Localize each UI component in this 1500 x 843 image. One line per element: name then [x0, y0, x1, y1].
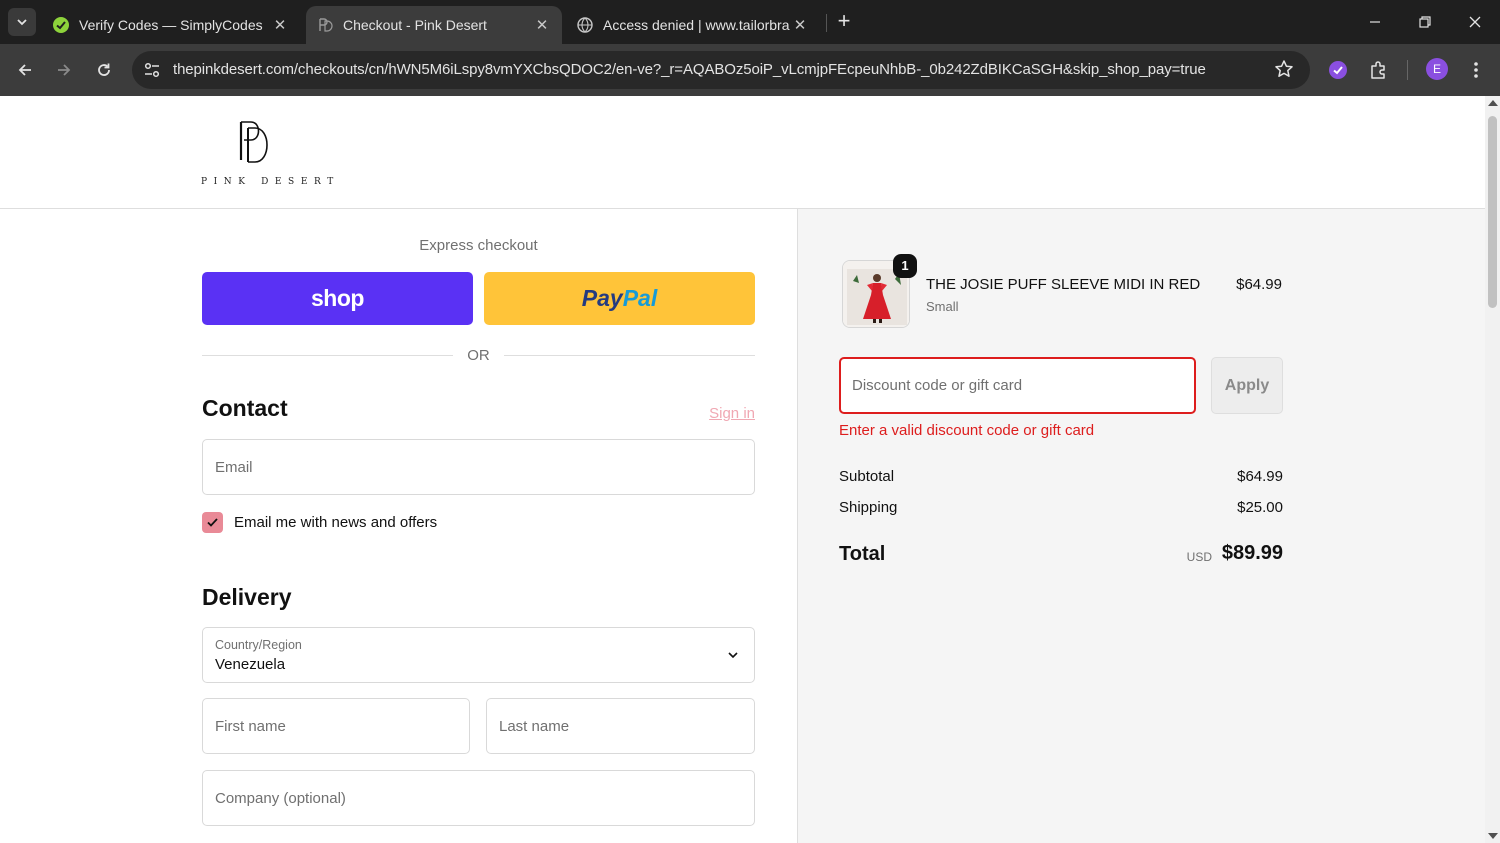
last-name-placeholder: Last name [499, 718, 570, 735]
divider [202, 355, 453, 356]
tab-simplycodes[interactable]: Verify Codes — SimplyCodes ✕ [44, 6, 298, 44]
chevron-down-icon [727, 648, 739, 666]
pd-monogram-icon [239, 121, 268, 163]
total-label: Total [839, 543, 886, 565]
discount-placeholder: Discount code or gift card [852, 377, 1023, 394]
store-header: PINK DESERT [0, 96, 1485, 209]
extension-simplycodes-icon[interactable] [1326, 58, 1350, 82]
more-menu-icon[interactable] [1464, 58, 1488, 82]
extensions-puzzle-icon[interactable] [1366, 58, 1390, 82]
address-bar[interactable]: thepinkdesert.com/checkouts/cn/hWN5M6iLs… [132, 51, 1310, 89]
pink-desert-icon [317, 17, 333, 33]
shop-pay-button[interactable]: shop [202, 272, 473, 325]
discount-error-message: Enter a valid discount code or gift card [839, 422, 1095, 439]
bookmark-star-icon[interactable] [1274, 59, 1294, 84]
product-price: $64.99 [1236, 276, 1282, 293]
tab-title: Verify Codes — SimplyCodes [79, 17, 263, 33]
subtotal-value: $64.99 [1237, 468, 1283, 485]
restore-icon[interactable] [1400, 0, 1450, 44]
close-window-icon[interactable] [1450, 0, 1500, 44]
first-name-placeholder: First name [215, 718, 286, 735]
scroll-up-arrow-icon[interactable] [1488, 100, 1498, 106]
company-placeholder: Company (optional) [215, 790, 346, 807]
newsletter-label: Email me with news and offers [234, 514, 438, 531]
shipping-value: $25.00 [1237, 499, 1283, 516]
discount-code-field[interactable]: Discount code or gift card [839, 357, 1196, 414]
contact-heading: Contact [202, 395, 288, 421]
paypal-button[interactable]: PayPal [484, 272, 755, 325]
quantity-badge: 1 [893, 254, 917, 278]
scrollbar-thumb[interactable] [1488, 116, 1497, 308]
close-tab-icon[interactable]: ✕ [532, 16, 552, 34]
delivery-heading: Delivery [202, 584, 292, 610]
pink-desert-logo[interactable]: PINK DESERT [201, 116, 333, 188]
subtotal-label: Subtotal [839, 468, 895, 485]
checkmark-icon [207, 518, 218, 527]
shipping-label: Shipping [839, 499, 898, 516]
divider [504, 355, 755, 356]
url-text: thepinkdesert.com/checkouts/cn/hWN5M6iLs… [173, 61, 1206, 78]
close-tab-icon[interactable]: ✕ [790, 16, 810, 34]
country-value: Venezuela [215, 656, 286, 673]
paypal-logo: PayPal [581, 285, 658, 311]
shop-pay-logo: shop [311, 285, 364, 311]
globe-icon [577, 17, 593, 33]
scroll-down-arrow-icon[interactable] [1488, 833, 1498, 839]
email-placeholder: Email [215, 459, 253, 476]
tab-access-denied[interactable]: Access denied | www.tailorbrands.com ✕ [568, 6, 818, 44]
apply-discount-button[interactable]: Apply [1211, 357, 1283, 414]
last-name-field[interactable]: Last name [486, 698, 755, 754]
or-separator: OR [467, 347, 490, 364]
express-checkout-label: Express checkout [419, 237, 538, 254]
company-field[interactable]: Company (optional) [202, 770, 755, 826]
tab-title: Access denied | www.tailorbrands.com [603, 17, 790, 33]
toolbar-divider [1407, 60, 1408, 80]
tab-search-button[interactable] [8, 8, 36, 36]
country-select[interactable]: Country/Region Venezuela [202, 627, 755, 683]
back-icon[interactable] [11, 56, 39, 84]
browser-toolbar: thepinkdesert.com/checkouts/cn/hWN5M6iLs… [0, 44, 1500, 96]
chevron-down-icon [17, 19, 27, 26]
product-variant: Small [926, 299, 959, 314]
total-value: $89.99 [1221, 542, 1283, 564]
checkout-page: PINK DESERT Express checkout shop PayPal… [0, 96, 1485, 843]
site-settings-icon[interactable] [142, 60, 162, 80]
total-currency: USD [1186, 550, 1212, 564]
first-name-field[interactable]: First name [202, 698, 470, 754]
minimize-icon[interactable] [1350, 0, 1400, 44]
tab-title: Checkout - Pink Desert [343, 17, 487, 33]
tab-checkout-pink-desert[interactable]: Checkout - Pink Desert ✕ [306, 6, 562, 44]
logo-wordmark: PINK DESERT [201, 177, 340, 187]
tab-divider [826, 14, 827, 32]
forward-icon[interactable] [50, 56, 78, 84]
country-label: Country/Region [215, 638, 302, 652]
product-name: THE JOSIE PUFF SLEEVE MIDI IN RED [926, 276, 1201, 293]
newsletter-checkbox[interactable] [202, 512, 223, 533]
browser-tab-bar: Verify Codes — SimplyCodes ✕ Checkout - … [0, 0, 1500, 44]
close-tab-icon[interactable]: ✕ [270, 16, 290, 34]
email-field[interactable]: Email [202, 439, 755, 495]
reload-icon[interactable] [90, 56, 118, 84]
page-scrollbar[interactable] [1485, 96, 1500, 843]
sign-in-link[interactable]: Sign in [709, 405, 755, 422]
simplycodes-icon [53, 17, 69, 33]
new-tab-icon[interactable]: + [832, 10, 856, 34]
profile-avatar[interactable]: E [1426, 58, 1448, 80]
